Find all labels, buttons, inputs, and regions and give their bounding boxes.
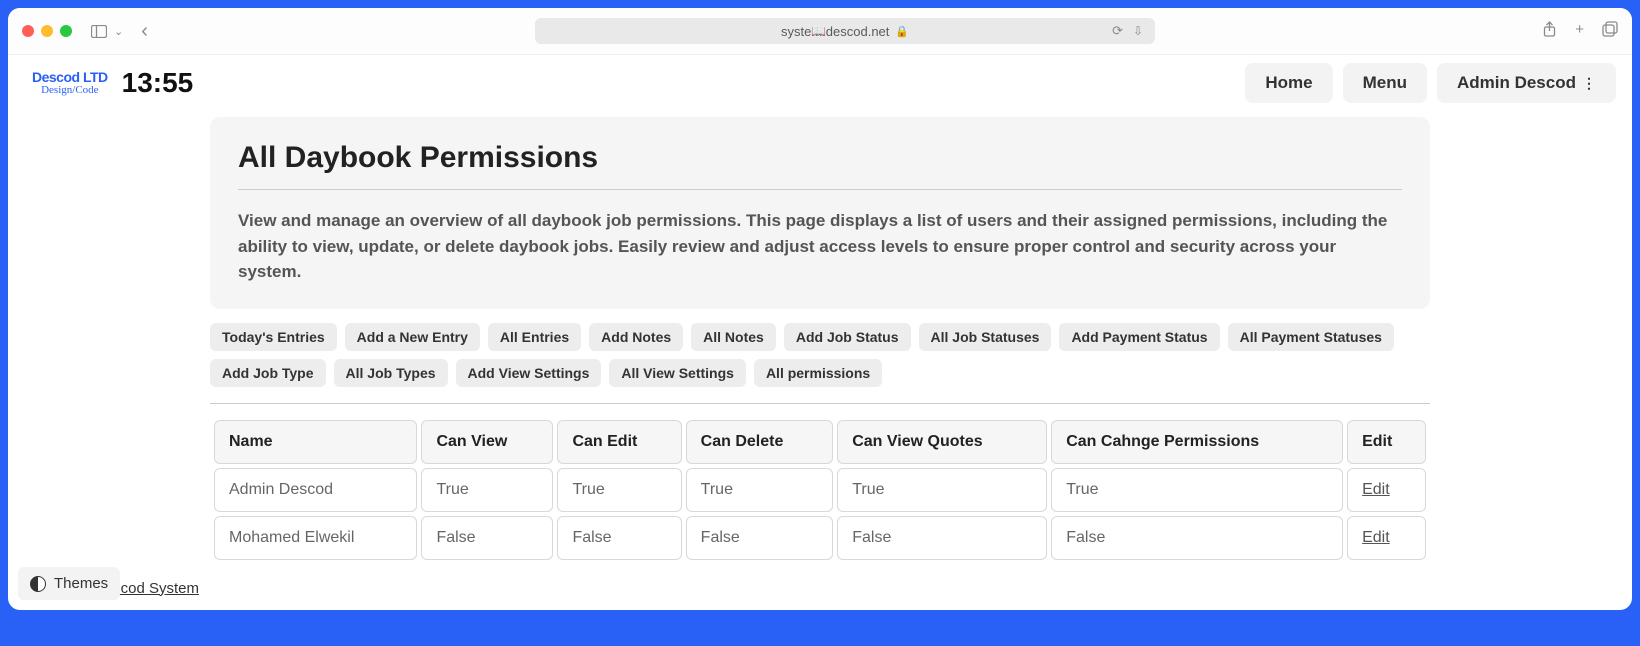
table-cell: False	[557, 516, 681, 560]
url-text: system.descod.net	[781, 24, 889, 39]
maximize-window-button[interactable]	[60, 25, 72, 37]
top-nav: Descod LTD Design/Code 13:55 Home Menu A…	[24, 55, 1616, 111]
clock: 13:55	[122, 67, 194, 99]
table-cell: False	[837, 516, 1047, 560]
column-header: Can Cahnge Permissions	[1051, 420, 1343, 464]
edit-link[interactable]: Edit	[1362, 529, 1390, 546]
logo-sub: Design/Code	[41, 85, 98, 96]
sidebar-toggle-icon[interactable]	[88, 20, 110, 42]
permissions-table: NameCan ViewCan EditCan DeleteCan View Q…	[210, 416, 1430, 564]
tabs-icon[interactable]	[1602, 21, 1618, 42]
chip-all-job-statuses[interactable]: All Job Statuses	[919, 323, 1052, 351]
table-cell: True	[837, 468, 1047, 512]
section-divider	[210, 403, 1430, 404]
new-tab-icon[interactable]: +	[1575, 21, 1584, 42]
reload-icon[interactable]: ⟳	[1112, 23, 1123, 39]
table-row: Mohamed ElwekilFalseFalseFalseFalseFalse…	[214, 516, 1426, 560]
themes-label: Themes	[54, 575, 108, 592]
column-header: Can View Quotes	[837, 420, 1047, 464]
chip-all-entries[interactable]: All Entries	[488, 323, 581, 351]
chip-add-payment-status[interactable]: Add Payment Status	[1059, 323, 1219, 351]
column-header: Edit	[1347, 420, 1426, 464]
chip-add-job-type[interactable]: Add Job Type	[210, 359, 326, 387]
menu-dots-icon: ⋮	[1582, 75, 1596, 92]
share-icon[interactable]	[1542, 21, 1557, 42]
table-cell: True	[421, 468, 553, 512]
column-header: Can View	[421, 420, 553, 464]
table-cell: Admin Descod	[214, 468, 417, 512]
chip-bar: Today's Entries Add a New Entry All Entrie…	[210, 323, 1430, 387]
nav-home-button[interactable]: Home	[1245, 63, 1332, 103]
logo-main: Descod LTD	[32, 70, 108, 84]
table-cell: True	[686, 468, 834, 512]
back-icon[interactable]: ‹	[141, 20, 148, 43]
reader-icon: 📖	[811, 24, 826, 38]
table-cell: False	[1051, 516, 1343, 560]
table-cell: False	[421, 516, 553, 560]
chip-add-notes[interactable]: Add Notes	[589, 323, 683, 351]
themes-button[interactable]: Themes	[18, 567, 120, 600]
table-row: Admin DescodTrueTrueTrueTrueTrueEdit	[214, 468, 1426, 512]
table-cell: False	[686, 516, 834, 560]
lock-icon: 🔒	[895, 25, 909, 38]
page-title: All Daybook Permissions	[238, 141, 1402, 175]
chip-all-view-settings[interactable]: All View Settings	[609, 359, 746, 387]
table-cell: True	[557, 468, 681, 512]
chip-all-notes[interactable]: All Notes	[691, 323, 776, 351]
divider	[238, 189, 1402, 190]
chip-all-payment-statuses[interactable]: All Payment Statuses	[1228, 323, 1394, 351]
column-header: Can Delete	[686, 420, 834, 464]
minimize-window-button[interactable]	[41, 25, 53, 37]
chip-add-view-settings[interactable]: Add View Settings	[456, 359, 602, 387]
chip-add-job-status[interactable]: Add Job Status	[784, 323, 911, 351]
traffic-lights	[22, 25, 72, 37]
table-cell-action: Edit	[1347, 468, 1426, 512]
column-header: Can Edit	[557, 420, 681, 464]
themes-icon	[30, 576, 46, 592]
chip-all-permissions[interactable]: All permissions	[754, 359, 882, 387]
chip-all-job-types[interactable]: All Job Types	[334, 359, 448, 387]
page-header-card: All Daybook Permissions View and manage …	[210, 117, 1430, 309]
nav-menu-button[interactable]: Menu	[1343, 63, 1427, 103]
close-window-button[interactable]	[22, 25, 34, 37]
footer: © 2024 - Descod System	[32, 580, 1608, 597]
page-description: View and manage an overview of all daybo…	[238, 208, 1402, 285]
logo[interactable]: Descod LTD Design/Code	[32, 70, 108, 96]
column-header: Name	[214, 420, 417, 464]
chip-add-a-new-entry[interactable]: Add a New Entry	[345, 323, 480, 351]
chip-today-s-entries[interactable]: Today's Entries	[210, 323, 337, 351]
table-cell: True	[1051, 468, 1343, 512]
browser-chrome: ⌄ ‹ 📖 system.descod.net 🔒 ⟳ ⇩ +	[8, 8, 1632, 55]
table-cell: Mohamed Elwekil	[214, 516, 417, 560]
download-icon[interactable]: ⇩	[1133, 24, 1143, 38]
table-cell-action: Edit	[1347, 516, 1426, 560]
nav-user-button[interactable]: Admin Descod⋮	[1437, 63, 1616, 103]
edit-link[interactable]: Edit	[1362, 481, 1390, 498]
chevron-down-icon[interactable]: ⌄	[114, 25, 123, 38]
url-bar[interactable]: 📖 system.descod.net 🔒 ⟳ ⇩	[535, 18, 1155, 44]
